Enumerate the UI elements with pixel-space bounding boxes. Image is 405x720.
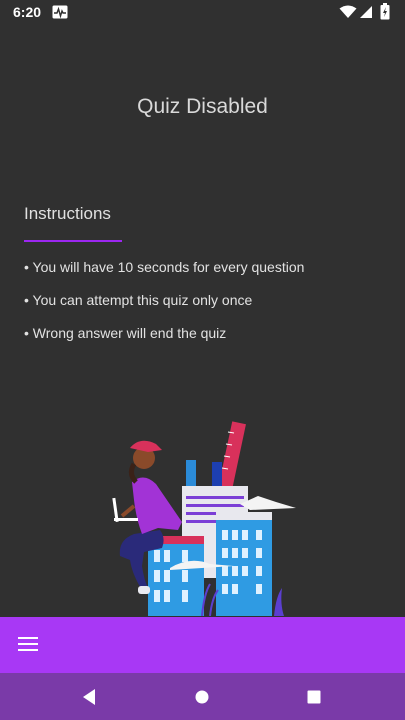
wifi-icon	[339, 5, 357, 18]
menu-icon[interactable]	[18, 637, 38, 653]
activity-icon	[52, 5, 68, 19]
instruction-item: • You can attempt this quiz only once	[24, 292, 253, 308]
status-time: 6:20	[13, 4, 42, 20]
bottle-illustration	[212, 462, 222, 488]
battery-icon	[380, 3, 390, 20]
instructions-list: • You will have 10 seconds for every que…	[24, 258, 304, 357]
instruction-item: • You will have 10 seconds for every que…	[24, 259, 305, 275]
signal-icon	[360, 6, 372, 18]
page-title: Quiz Disabled	[137, 95, 268, 118]
home-icon[interactable]	[191, 686, 213, 708]
bottle-illustration	[186, 460, 196, 488]
instruction-item: • Wrong answer will end the quiz	[24, 325, 227, 341]
heading-underline	[24, 240, 122, 242]
system-nav-bar	[0, 673, 405, 720]
recents-icon[interactable]	[303, 686, 325, 708]
quiz-illustration	[112, 421, 296, 617]
status-bar: 6:20	[0, 0, 405, 24]
bottom-app-bar	[0, 617, 405, 673]
instructions-heading: Instructions	[24, 204, 111, 223]
back-icon[interactable]	[79, 686, 101, 708]
